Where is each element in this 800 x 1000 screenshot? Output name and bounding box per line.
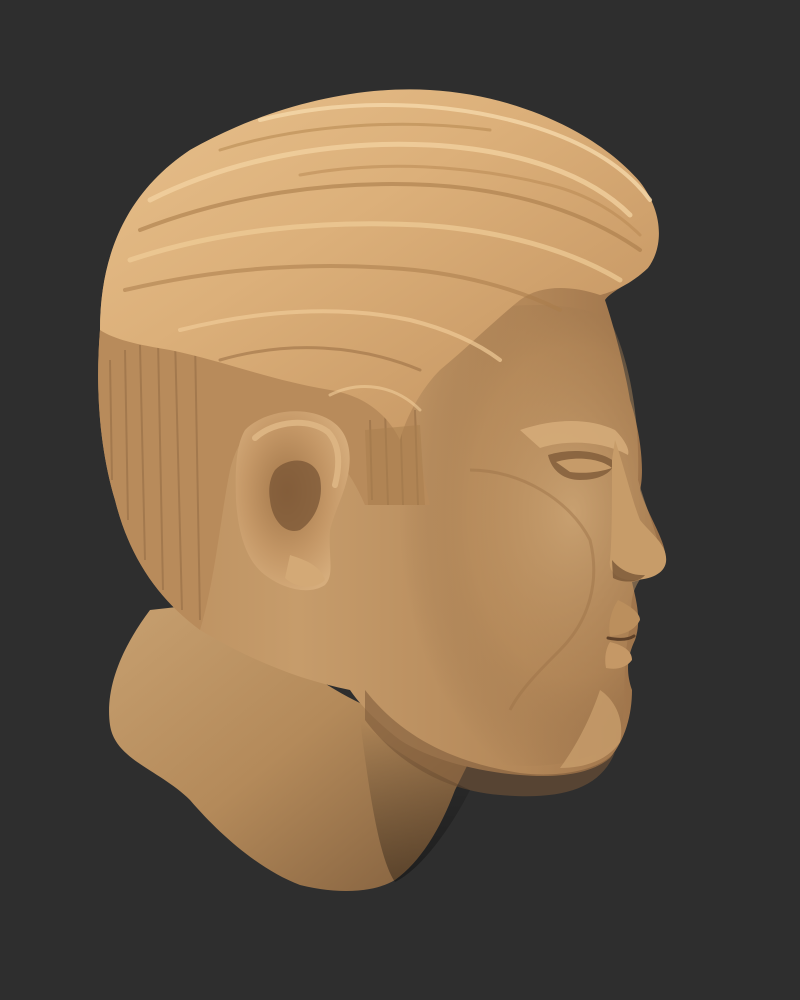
viewport: [0, 0, 800, 1000]
sculpt-render: [0, 0, 800, 1000]
sideburn: [365, 425, 425, 505]
